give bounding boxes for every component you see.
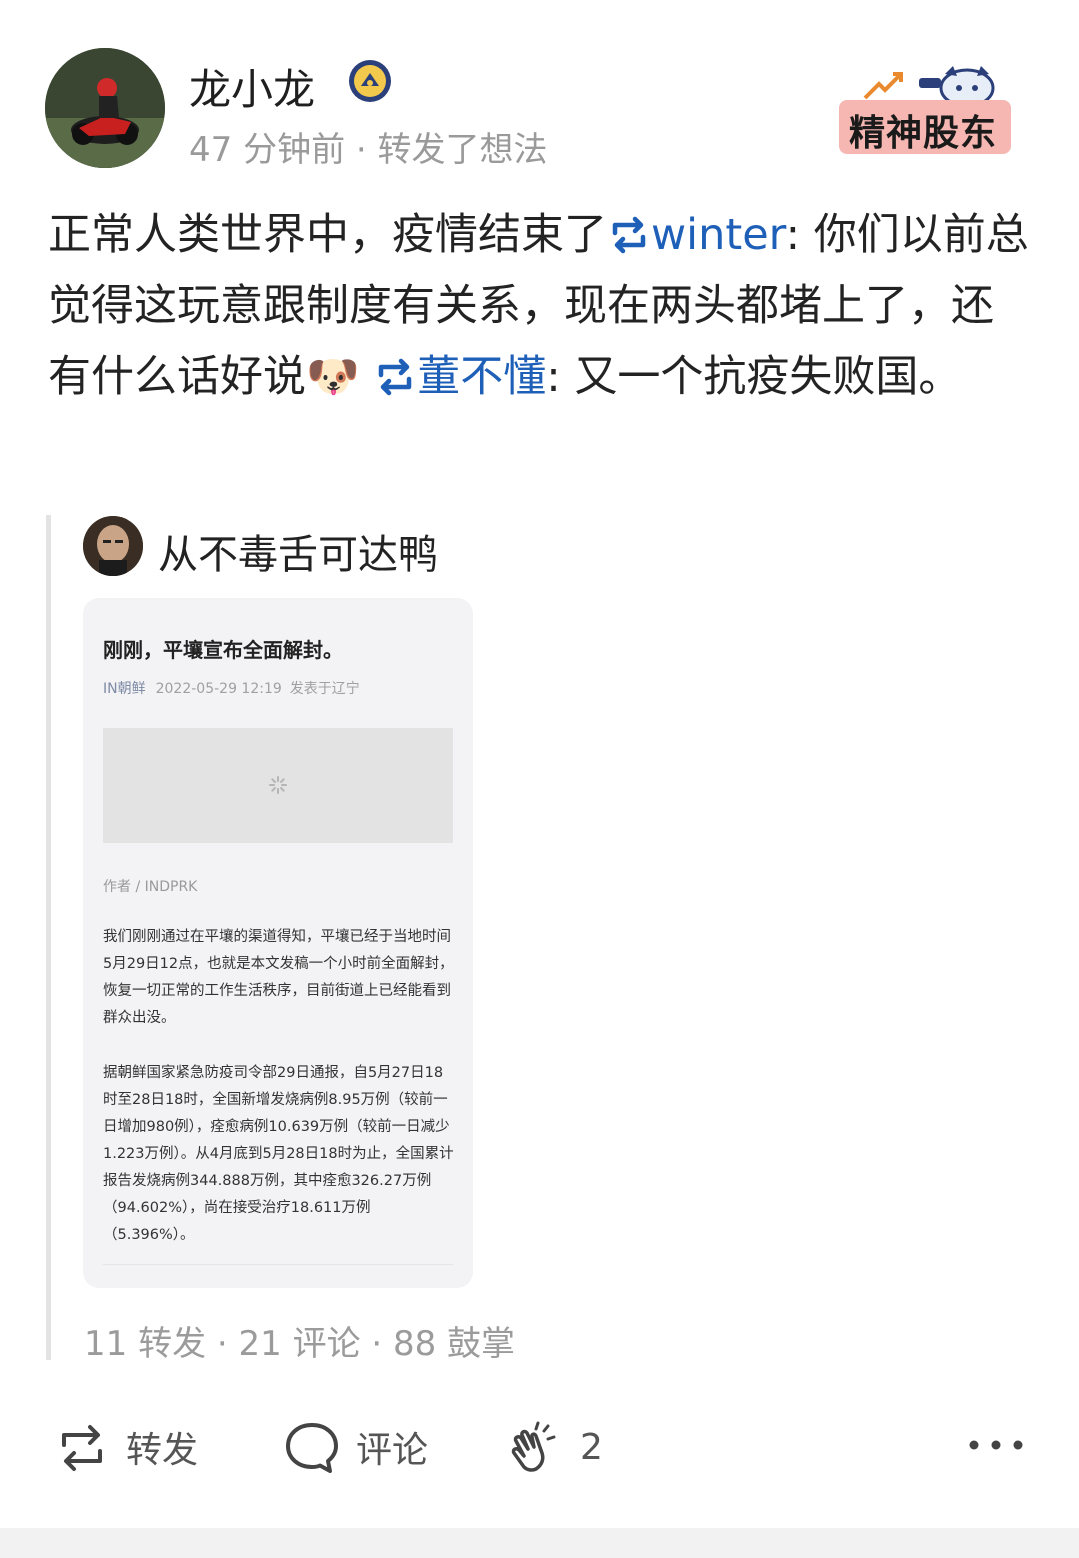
more-options-icon[interactable] [966,1430,1026,1460]
article-title: 刚刚，平壤宣布全面解封。 [103,638,343,662]
author-avatar[interactable] [45,48,165,168]
article-meta: IN朝鲜 2022-05-29 12:19 发表于辽宁 [103,678,360,698]
repost-icon [612,216,646,254]
clap-count: 2 [580,1426,603,1468]
article-date: 2022-05-29 12:19 [155,681,282,697]
quoted-stats: 11 转发 · 21 评论 · 88 鼓掌 [84,1324,516,1364]
comment-button[interactable]: 评论 [282,1412,428,1482]
article-divider [103,1264,453,1265]
quote-divider [46,515,51,1360]
post-meta: 47 分钟前 · 转发了想法 [189,130,548,170]
article-source: IN朝鲜 [103,681,146,697]
quoted-author-avatar[interactable] [83,516,143,576]
article-paragraph-2: 据朝鲜国家紧急防疫司令部29日通报，自5月27日18时至28日18时，全国新增发… [103,1065,454,1243]
dog-emoji: 🐶 [306,352,360,402]
bottom-separator [0,1528,1079,1558]
verified-badge-icon [349,60,391,102]
mention-dongbudong[interactable]: 董不懂 [417,352,546,402]
mention-winter[interactable]: winter [651,210,786,260]
article-image-placeholder [103,728,453,843]
clap-icon [511,1421,556,1472]
repost-icon [62,1425,102,1471]
loading-spinner-icon [269,776,287,794]
repost-button[interactable]: 转发 [52,1412,198,1482]
author-name[interactable]: 龙小龙 [189,56,315,117]
post-body: 正常人类世界中，疫情结束了 winter: 你们以前总觉得这玩意跟制度有关系，现在… [48,210,1029,402]
repost-label: 转发 [126,1430,199,1471]
clap-button[interactable]: 2 [506,1412,603,1482]
article-paragraph-1: 我们刚刚通过在平壤的渠道得知，平壤已经于当地时间5月29日12点，也就是本文发稿… [103,929,454,1026]
article-card[interactable]: 刚刚，平壤宣布全面解封。 IN朝鲜 2022-05-29 12:19 发表于辽宁 作… [83,598,473,1288]
post-header: 龙小龙 47 分钟前 · 转发了想法 精神股东 [45,48,1039,170]
quoted-author-name[interactable]: 从不毒舌可达鸭 [158,522,438,580]
article-location: 发表于辽宁 [289,681,360,697]
article-byline: 作者 / INDPRK [103,879,198,895]
brand-logo: 精神股东 [839,64,1017,156]
comment-icon [286,1423,338,1473]
comment-label: 评论 [356,1430,429,1471]
repost-icon [378,358,412,396]
